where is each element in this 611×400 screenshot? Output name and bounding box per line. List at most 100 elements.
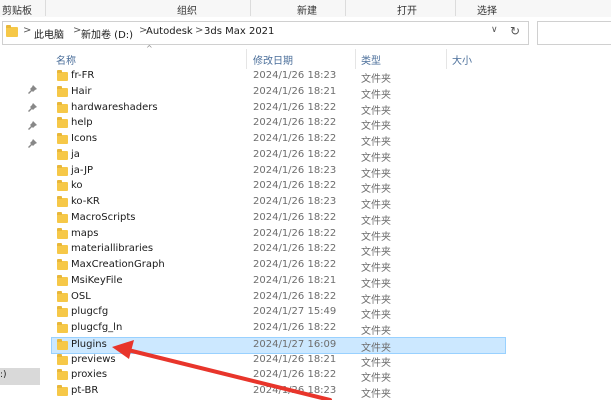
breadcrumb-drive-d[interactable]: 新加卷 (D:) <box>81 26 133 41</box>
file-name: plugcfg <box>71 306 109 318</box>
table-row[interactable]: ja-JP 2024/1/26 18:23 文件夹 <box>52 164 504 180</box>
file-name: hardwareshaders <box>71 101 158 113</box>
file-type: 文件夹 <box>361 342 391 354</box>
file-name: Icons <box>71 133 98 144</box>
file-type: 文件夹 <box>361 326 391 337</box>
table-row[interactable]: OSL 2024/1/26 18:22 文件夹 <box>52 290 504 306</box>
file-type: 文件夹 <box>361 389 391 400</box>
column-header-name[interactable]: 名称 <box>56 52 76 67</box>
file-date: 2024/1/26 18:22 <box>253 101 337 113</box>
breadcrumb-separator[interactable]: > <box>195 25 203 36</box>
file-date: 2024/1/26 18:22 <box>253 243 337 255</box>
file-name: fr-FR <box>71 70 95 81</box>
file-name: ko <box>71 180 83 192</box>
table-row[interactable]: ko 2024/1/26 18:22 文件夹 <box>52 179 504 196</box>
ribbon-label-new: 新建 <box>297 6 317 17</box>
folder-icon <box>57 133 68 144</box>
table-row[interactable]: fr-FR 2024/1/26 18:23 文件夹 <box>52 69 504 85</box>
folder-icon <box>57 290 68 302</box>
column-divider[interactable] <box>246 49 247 69</box>
search-input[interactable] <box>537 21 611 45</box>
file-name: plugcfg_ln <box>71 322 123 333</box>
breadcrumb-separator[interactable]: > <box>23 25 31 36</box>
sort-ascending-icon: ^ <box>146 44 153 53</box>
file-date: 2024/1/26 18:21 <box>253 274 337 286</box>
file-type: 文件夹 <box>361 215 391 227</box>
folder-icon <box>57 243 68 255</box>
file-date: 2024/1/26 18:21 <box>253 85 337 97</box>
table-row[interactable]: ko-KR 2024/1/26 18:23 文件夹 <box>52 195 504 211</box>
folder-icon <box>57 274 68 286</box>
file-date: 2024/1/27 15:49 <box>253 306 337 318</box>
file-type: 文件夹 <box>361 263 391 274</box>
column-divider[interactable] <box>446 49 447 69</box>
refresh-icon[interactable]: ↻ <box>510 24 520 38</box>
folder-icon <box>57 180 68 192</box>
file-name: MaxCreationGraph <box>71 259 165 270</box>
file-name: Hair <box>71 85 92 97</box>
file-date: 2024/1/26 18:22 <box>253 117 337 129</box>
pin-icon[interactable] <box>28 121 37 130</box>
file-date: 2024/1/26 18:22 <box>253 322 337 333</box>
folder-icon <box>57 227 68 239</box>
file-name: help <box>71 117 93 129</box>
breadcrumb-3ds-max-2021[interactable]: 3ds Max 2021 <box>204 26 274 37</box>
folder-icon <box>57 306 68 318</box>
column-header-date[interactable]: 修改日期 <box>253 52 293 67</box>
file-type: 文件夹 <box>361 200 391 211</box>
pin-icon[interactable] <box>28 139 37 148</box>
table-row[interactable]: MsiKeyFile 2024/1/26 18:21 文件夹 <box>52 274 504 290</box>
chevron-down-icon[interactable]: ∨ <box>491 25 498 35</box>
folder-icon <box>57 101 68 113</box>
file-type: 文件夹 <box>361 74 391 85</box>
file-type: 文件夹 <box>361 310 391 322</box>
file-type: 文件夹 <box>361 247 391 259</box>
table-row[interactable]: plugcfg_ln 2024/1/26 18:22 文件夹 <box>52 321 504 337</box>
nav-item-drive-d[interactable]: :) <box>0 368 40 385</box>
table-row[interactable]: Icons 2024/1/26 18:22 文件夹 <box>52 132 504 148</box>
table-row[interactable]: proxies 2024/1/26 18:22 文件夹 <box>52 368 504 384</box>
file-date: 2024/1/26 18:22 <box>253 227 337 239</box>
table-row[interactable]: hardwareshaders 2024/1/26 18:22 文件夹 <box>52 101 504 117</box>
file-date: 2024/1/27 16:09 <box>253 338 337 350</box>
file-name: previews <box>71 353 116 365</box>
folder-icon <box>6 25 18 37</box>
table-row[interactable]: ja 2024/1/26 18:22 文件夹 <box>52 148 504 164</box>
table-row[interactable]: MacroScripts 2024/1/26 18:22 文件夹 <box>52 211 504 227</box>
file-type: 文件夹 <box>361 168 391 180</box>
address-bar[interactable]: > 此电脑 > 新加卷 (D:) > Autodesk > 3ds Max 20… <box>2 21 529 45</box>
pin-icon[interactable] <box>28 85 37 94</box>
breadcrumb-autodesk[interactable]: Autodesk <box>146 26 193 37</box>
column-divider[interactable] <box>355 49 356 69</box>
table-row[interactable]: help 2024/1/26 18:22 文件夹 <box>52 116 504 132</box>
folder-icon <box>57 70 68 81</box>
table-row[interactable]: pt-BR 2024/1/26 18:23 文件夹 <box>52 384 504 400</box>
folder-icon <box>57 369 68 381</box>
table-row[interactable]: Hair 2024/1/26 18:21 文件夹 <box>52 85 504 101</box>
table-row-selected[interactable]: Plugins 2024/1/27 16:09 文件夹 <box>51 336 506 354</box>
table-row[interactable]: maps 2024/1/26 18:22 文件夹 <box>52 227 504 243</box>
folder-icon <box>57 117 68 129</box>
pin-icon[interactable] <box>28 103 37 112</box>
column-header-type[interactable]: 类型 <box>361 52 381 67</box>
address-row: > 此电脑 > 新加卷 (D:) > Autodesk > 3ds Max 20… <box>0 17 611 47</box>
file-date: 2024/1/26 18:21 <box>253 353 337 365</box>
file-name: MacroScripts <box>71 211 136 223</box>
folder-icon <box>57 259 68 270</box>
file-date: 2024/1/26 18:23 <box>253 164 337 176</box>
breadcrumb-this-pc[interactable]: 此电脑 <box>34 26 64 41</box>
table-row[interactable]: MaxCreationGraph 2024/1/26 18:22 文件夹 <box>52 258 504 274</box>
folder-icon <box>57 148 68 160</box>
ribbon-label-clipboard: 剪贴板 <box>2 6 32 17</box>
ribbon-divider <box>45 0 46 16</box>
file-type: 文件夹 <box>361 357 391 369</box>
file-type: 文件夹 <box>361 184 391 196</box>
table-row[interactable]: materiallibraries 2024/1/26 18:22 文件夹 <box>52 242 504 259</box>
table-row[interactable]: previews 2024/1/26 18:21 文件夹 <box>52 353 504 369</box>
ribbon-label-organize: 组织 <box>177 6 197 17</box>
column-header-size[interactable]: 大小 <box>452 52 472 67</box>
folder-icon <box>57 85 68 97</box>
file-date: 2024/1/26 18:23 <box>253 196 337 207</box>
table-row[interactable]: plugcfg 2024/1/27 15:49 文件夹 <box>52 305 504 322</box>
file-type: 文件夹 <box>361 137 391 148</box>
